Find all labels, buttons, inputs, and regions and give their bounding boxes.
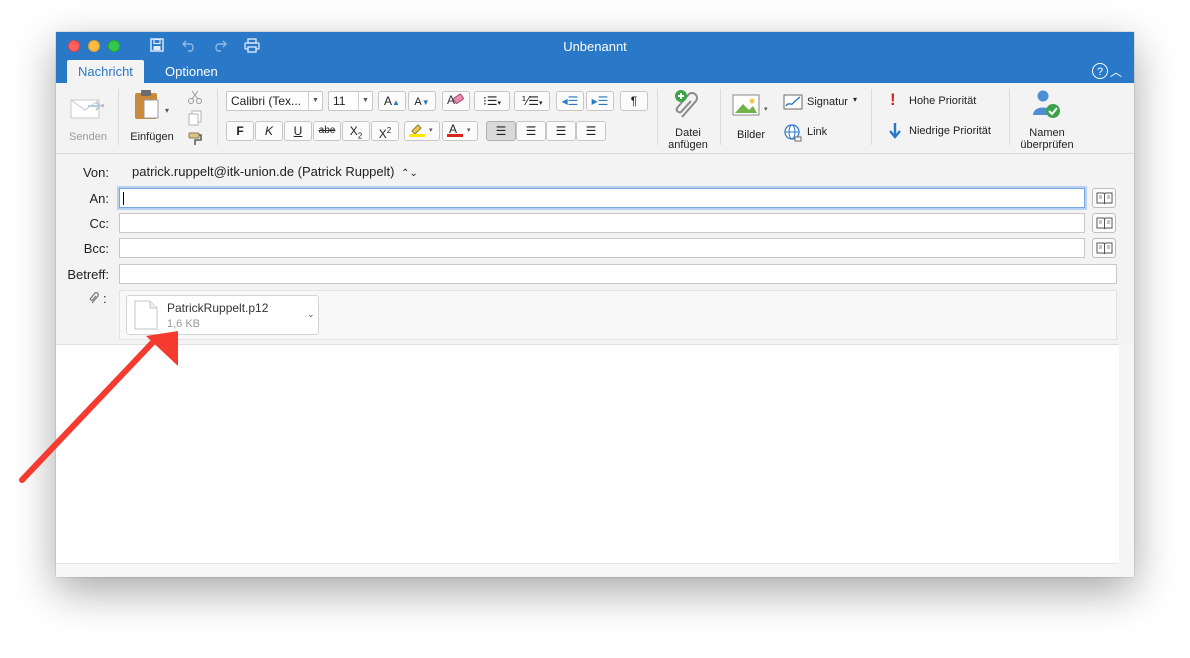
annotation-arrow bbox=[19, 331, 178, 483]
